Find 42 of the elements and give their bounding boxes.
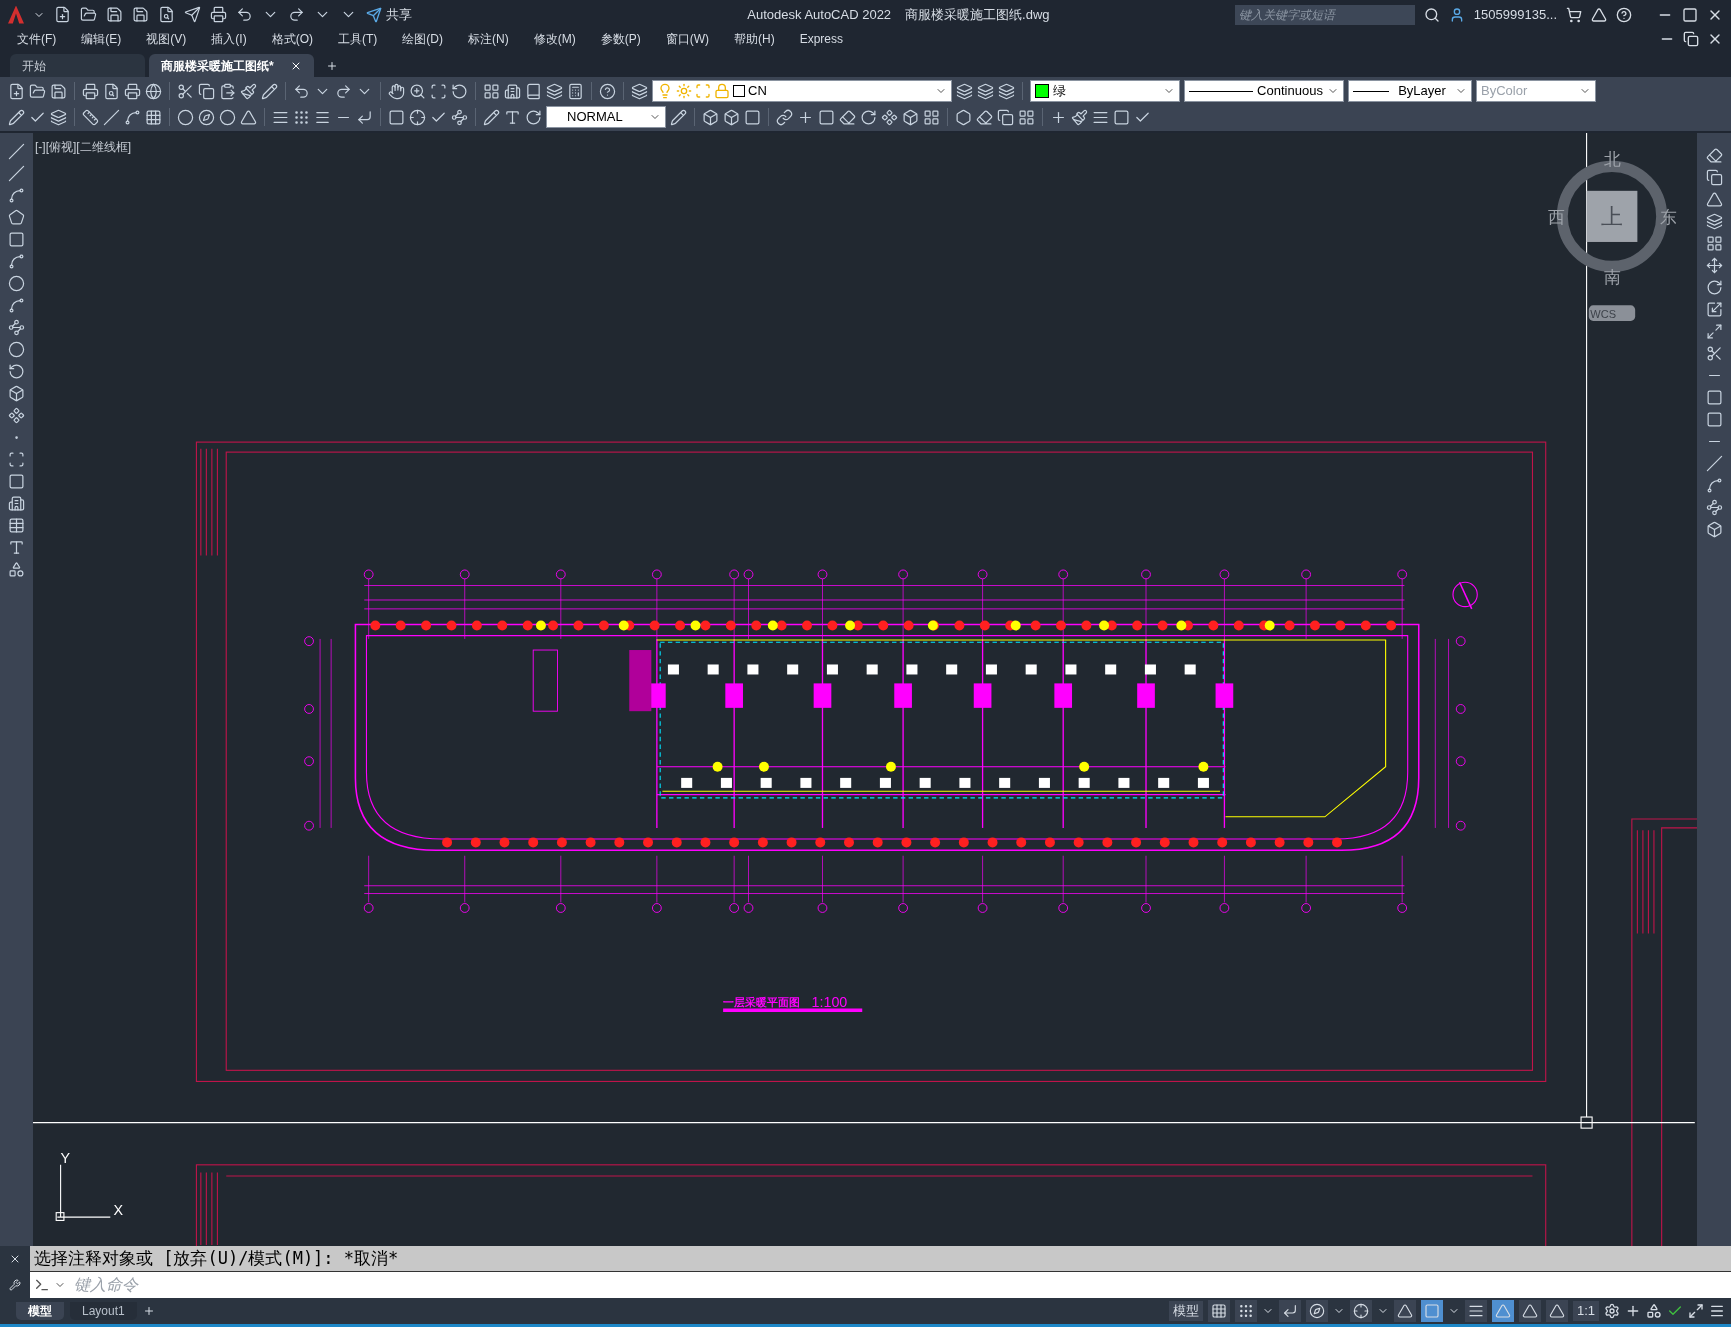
wcs-label: WCS: [1590, 307, 1617, 320]
file-title: 商服楼采暖施工图纸.dwg: [905, 5, 1050, 24]
y-axis-label: Y: [60, 1149, 71, 1166]
menu-item[interactable]: 编辑(E): [81, 30, 122, 48]
linetype-dropdown[interactable]: Continuous: [1184, 80, 1344, 102]
menu-item[interactable]: 帮助(H): [734, 30, 775, 48]
menu-item[interactable]: 文件(F): [17, 30, 57, 48]
menu-item[interactable]: 格式(O): [271, 30, 313, 48]
menu-item[interactable]: 视图(V): [146, 30, 187, 48]
command-input-field[interactable]: 键入命令: [70, 1272, 1731, 1298]
drawing-canvas[interactable]: 一层采暖平面图 1:100 Y X 北 西 上 东 南 WCS [-][俯视][二维线框]: [33, 133, 1697, 1246]
menu-item[interactable]: 参数(P): [600, 30, 641, 48]
user-name[interactable]: 1505999135...: [1473, 4, 1557, 25]
share-button[interactable]: 共享: [366, 4, 412, 25]
west-label[interactable]: 西: [1548, 208, 1566, 228]
document-tab[interactable]: 开始: [10, 54, 145, 77]
command-history: 选择注释对象或 [放弃(U)/模式(M)]: *取消*: [30, 1246, 1731, 1272]
document-tab[interactable]: 商服楼采暖施工图纸*: [149, 54, 314, 77]
menu-item[interactable]: 插入(I): [211, 30, 247, 48]
menu-item[interactable]: 窗口(W): [665, 30, 709, 48]
menu-item[interactable]: 工具(T): [338, 30, 378, 48]
model-space-button[interactable]: 模型: [1168, 1301, 1203, 1321]
menu-item[interactable]: 修改(M): [533, 30, 576, 48]
annotation-scale-button[interactable]: 1:1: [1572, 1301, 1599, 1321]
x-axis-label: X: [113, 1201, 124, 1218]
layout-tab[interactable]: 模型: [16, 1302, 64, 1320]
north-label[interactable]: 北: [1603, 150, 1621, 170]
viewcube-face-label: 上: [1601, 204, 1623, 230]
layer-name: CN: [748, 82, 767, 101]
menu-item[interactable]: 绘图(D): [402, 30, 443, 48]
dimension-style-dropdown[interactable]: NORMAL: [546, 106, 666, 128]
viewport-controls-label[interactable]: [-][俯视][二维线框]: [35, 138, 131, 156]
plan-scale: 1:100: [811, 993, 848, 1010]
menu-item[interactable]: 标注(N): [468, 30, 509, 48]
plan-title: 一层采暖平面图: [723, 995, 800, 1008]
application-title: Autodesk AutoCAD 2022: [747, 5, 892, 24]
layout-tab[interactable]: Layout1: [70, 1302, 137, 1320]
search-field[interactable]: 键入关键字或短语: [1234, 4, 1415, 25]
south-label[interactable]: 南: [1603, 268, 1621, 288]
menu-item[interactable]: Express: [799, 30, 843, 48]
lineweight-dropdown[interactable]: ByLayer: [1348, 80, 1472, 102]
color-dropdown[interactable]: 绿: [1030, 80, 1180, 102]
